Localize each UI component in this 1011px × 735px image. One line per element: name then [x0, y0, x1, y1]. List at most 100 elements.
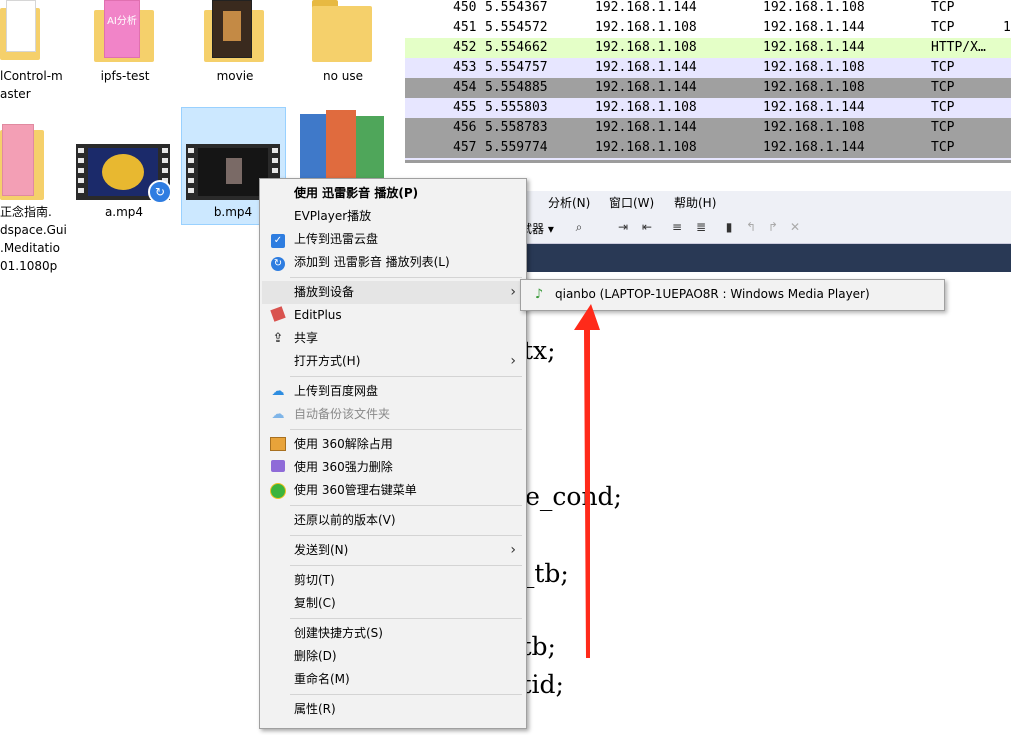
- packet-proto: HTTP/X…: [931, 40, 986, 55]
- thumb-text: AI分析: [107, 16, 137, 27]
- menu-restore-previous[interactable]: 还原以前的版本(V): [262, 509, 524, 532]
- packet-no: 453: [453, 60, 477, 75]
- packet-src: 192.168.1.108: [595, 100, 697, 115]
- packet-time: 5.555803: [485, 100, 548, 115]
- menu-delete[interactable]: 删除(D): [262, 645, 524, 668]
- packet-row[interactable]: 450 5.554367 192.168.1.144 192.168.1.108 TCP: [405, 0, 1011, 18]
- packet-dst: 192.168.1.108: [763, 80, 865, 95]
- packet-src: 192.168.1.144: [595, 60, 697, 75]
- packet-row[interactable]: 454 5.554885 192.168.1.144 192.168.1.108 TCP: [405, 78, 1011, 98]
- menu-360-manage[interactable]: 使用 360管理右键菜单: [262, 479, 524, 502]
- uncomment-icon[interactable]: ≣: [695, 221, 707, 233]
- menu-send-to[interactable]: 发送到(N) ›: [262, 539, 524, 562]
- menu-separator: [290, 618, 522, 619]
- packet-no: 450: [453, 0, 477, 15]
- baidu-netdisk-icon: ☁: [271, 384, 285, 399]
- menu-360-delete[interactable]: 使用 360强力删除: [262, 456, 524, 479]
- outdent-icon[interactable]: ⇤: [641, 221, 653, 233]
- comment-icon[interactable]: ≡: [671, 221, 683, 233]
- file-a-mp4[interactable]: ↻ a.mp4: [76, 140, 172, 230]
- packet-row[interactable]: 452 5.554662 192.168.1.108 192.168.1.144 HTT…: [405, 38, 1011, 58]
- packet-src: 192.168.1.108: [595, 20, 697, 35]
- document-thumb: [2, 124, 34, 196]
- packet-dst: 192.168.1.108: [763, 60, 865, 75]
- packet-row[interactable]: 456 5.558783 192.168.1.144 192.168.1.108 TCP: [405, 118, 1011, 138]
- menu-open-with[interactable]: 打开方式(H) ›: [262, 350, 524, 373]
- packet-row[interactable]: 453 5.554757 192.168.1.144 192.168.1.108 TCP: [405, 58, 1011, 78]
- menu-separator: [290, 277, 522, 278]
- file-no-use[interactable]: no use: [298, 0, 388, 90]
- bookmark-icon[interactable]: ▮: [723, 221, 735, 233]
- chevron-right-icon: ›: [510, 353, 516, 369]
- file-label: .Meditatio: [0, 241, 60, 255]
- find-icon[interactable]: ⌕: [573, 221, 585, 233]
- 360-unlock-icon: [270, 437, 286, 453]
- file-label: lControl-m: [0, 69, 63, 83]
- menu-cut[interactable]: 剪切(T): [262, 569, 524, 592]
- packet-src: 192.168.1.144: [595, 80, 697, 95]
- file-headspace[interactable]: 正念指南. dspace.Gui .Meditatio 01.1080p: [0, 120, 70, 280]
- file-label: dspace.Gui: [0, 223, 67, 237]
- menu-window[interactable]: 窗口(W): [609, 194, 654, 211]
- menu-help[interactable]: 帮助(H): [674, 194, 716, 211]
- file-ipfs-test[interactable]: AI分析 ipfs-test: [80, 0, 170, 90]
- file-dcontrol[interactable]: lControl-m aster: [0, 0, 70, 105]
- menu-copy[interactable]: 复制(C): [262, 592, 524, 615]
- packet-time: 5.554572: [485, 20, 548, 35]
- menu-separator: [290, 429, 522, 430]
- packet-time: 5.554662: [485, 40, 548, 55]
- context-menu: 使用 迅雷影音 播放(P) EVPlayer播放 ✓ 上传到迅雷云盘 ↻ 添加到…: [259, 178, 527, 729]
- packet-row[interactable]: 457 5.559774 192.168.1.108 192.168.1.144 TCP: [405, 138, 1011, 158]
- packet-src: 192.168.1.144: [595, 0, 697, 15]
- menu-upload-xunlei-cloud[interactable]: ✓ 上传到迅雷云盘: [262, 228, 524, 251]
- menu-editplus[interactable]: EditPlus: [262, 304, 524, 327]
- file-label: 01.1080p: [0, 259, 58, 273]
- next-bookmark-icon[interactable]: ↱: [767, 221, 779, 233]
- clear-bookmarks-icon[interactable]: ✕: [789, 221, 801, 233]
- packet-row[interactable]: 451 5.554572 192.168.1.108 192.168.1.144 TCP…: [405, 18, 1011, 38]
- menu-cast-to-device[interactable]: 播放到设备 ›: [262, 281, 524, 304]
- menu-separator: [290, 376, 522, 377]
- packet-proto: TCP: [931, 80, 955, 95]
- packet-no: 455: [453, 100, 477, 115]
- menu-evplayer[interactable]: EVPlayer播放: [262, 205, 524, 228]
- file-label: a.mp4: [104, 205, 144, 219]
- cast-submenu: ♪ qianbo (LAPTOP-1UEPAO8R : Windows Medi…: [520, 279, 945, 311]
- packet-no: 451: [453, 20, 477, 35]
- share-icon: ⇪: [272, 331, 284, 346]
- menu-create-shortcut[interactable]: 创建快捷方式(S): [262, 622, 524, 645]
- packet-time: 5.558783: [485, 120, 548, 135]
- indent-icon[interactable]: ⇥: [617, 221, 629, 233]
- menu-upload-baidu[interactable]: ☁ 上传到百度网盘: [262, 380, 524, 403]
- file-label: aster: [0, 87, 31, 101]
- menu-360-unlock[interactable]: 使用 360解除占用: [262, 433, 524, 456]
- file-label: movie: [216, 69, 254, 83]
- menu-separator: [290, 535, 522, 536]
- packet-src: 192.168.1.144: [595, 120, 697, 135]
- editplus-icon: [270, 306, 286, 324]
- menu-auto-backup[interactable]: ☁ 自动备份该文件夹: [262, 403, 524, 426]
- packet-row[interactable]: 455 5.555803 192.168.1.108 192.168.1.144 TCP: [405, 98, 1011, 118]
- menu-rename[interactable]: 重命名(M): [262, 668, 524, 691]
- packet-proto: TCP: [931, 120, 955, 135]
- code-line: tx;: [523, 336, 556, 365]
- chevron-right-icon: ›: [510, 284, 516, 300]
- menu-separator: [290, 565, 522, 566]
- menu-cast-device-qianbo[interactable]: ♪ qianbo (LAPTOP-1UEPAO8R : Windows Medi…: [523, 283, 942, 306]
- file-label: 正念指南.: [0, 205, 52, 219]
- file-label: ipfs-test: [100, 69, 150, 83]
- menu-play-xunlei[interactable]: 使用 迅雷影音 播放(P): [262, 182, 524, 205]
- menu-add-xunlei-playlist[interactable]: ↻ 添加到 迅雷影音 播放列表(L): [262, 251, 524, 274]
- packet-extra: 1: [1003, 20, 1011, 35]
- packet-time: 5.554885: [485, 80, 548, 95]
- packet-proto: TCP: [931, 100, 955, 115]
- baidu-backup-icon: ☁: [271, 407, 285, 422]
- prev-bookmark-icon[interactable]: ↰: [745, 221, 757, 233]
- 360-menu-icon: [270, 483, 286, 499]
- file-movie[interactable]: movie: [190, 0, 280, 90]
- menu-analyze[interactable]: 分析(N): [548, 194, 590, 211]
- packet-no: 452: [453, 40, 477, 55]
- menu-properties[interactable]: 属性(R): [262, 698, 524, 721]
- menu-share[interactable]: ⇪ 共享: [262, 327, 524, 350]
- packet-proto: TCP: [931, 0, 955, 15]
